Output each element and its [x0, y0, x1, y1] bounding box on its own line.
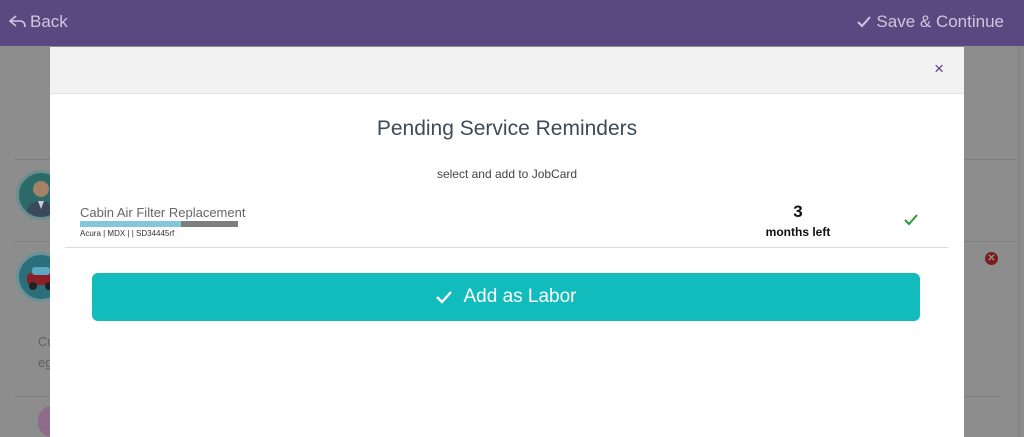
reminder-unit: months left	[765, 225, 831, 239]
error-icon[interactable]: ✕	[985, 252, 998, 265]
save-continue-label: Save & Continue	[876, 12, 1004, 31]
service-reminders-modal: × Pending Service Reminders select and a…	[50, 47, 964, 437]
close-icon[interactable]: ×	[934, 59, 944, 79]
top-bar: Back Save & Continue	[0, 0, 1024, 46]
add-as-labor-button[interactable]: Add as Labor	[92, 273, 920, 321]
modal-header: ×	[50, 47, 964, 94]
back-arrow-icon	[8, 15, 26, 28]
check-icon	[436, 291, 453, 304]
reminder-name: Cabin Air Filter Replacement	[80, 205, 246, 220]
check-icon	[857, 16, 872, 28]
selected-check-icon[interactable]	[903, 213, 919, 231]
reminder-count: 3	[793, 202, 803, 221]
back-label: Back	[30, 12, 68, 31]
reminder-row[interactable]: Cabin Air Filter Replacement Acura | MDX…	[65, 197, 948, 248]
add-as-labor-label: Add as Labor	[463, 286, 577, 307]
divider	[1019, 46, 1020, 437]
scrollbar[interactable]	[1016, 46, 1024, 437]
reminder-progress-bar	[80, 221, 238, 227]
save-continue-button[interactable]: Save & Continue	[856, 12, 1004, 32]
reminder-progress-fill	[80, 221, 182, 227]
modal-title: Pending Service Reminders	[376, 117, 638, 140]
modal-subtitle: select and add to JobCard	[436, 167, 578, 181]
reminder-vehicle-meta: Acura | MDX | | SD34445rf	[80, 229, 175, 238]
back-button[interactable]: Back	[8, 12, 68, 32]
